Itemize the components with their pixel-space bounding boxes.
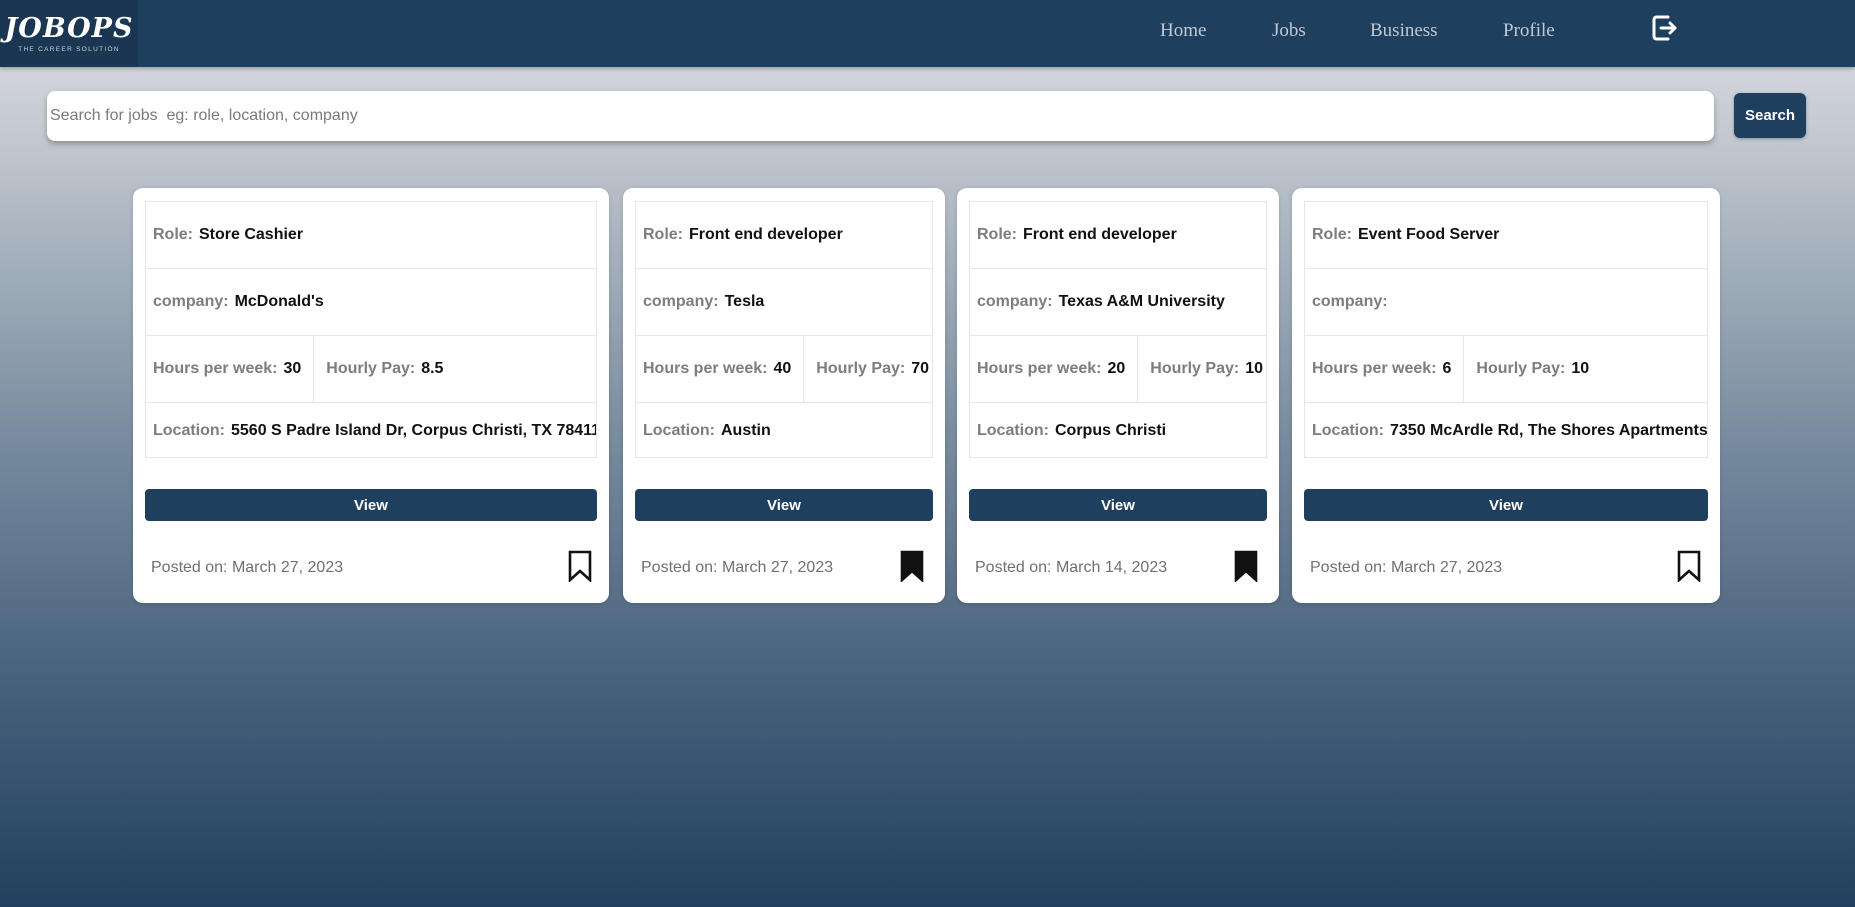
pay-label: Hourly Pay: bbox=[816, 360, 906, 377]
role-value: Front end developer bbox=[1023, 226, 1177, 243]
pay-cell: Hourly Pay: 10 bbox=[1138, 336, 1263, 402]
job-details: Role: Front end developer company: Tesla… bbox=[635, 201, 933, 458]
hours-value: 6 bbox=[1442, 360, 1452, 377]
company-row: company: bbox=[1305, 269, 1707, 336]
location-label: Location: bbox=[977, 422, 1049, 439]
job-card-1: Role: Store Cashier company: McDonald's … bbox=[133, 188, 609, 603]
pay-label: Hourly Pay: bbox=[326, 360, 416, 377]
hours-label: Hours per week: bbox=[977, 360, 1102, 377]
logout-icon[interactable] bbox=[1652, 14, 1678, 42]
job-details: Role: Event Food Server company: Hours p… bbox=[1304, 201, 1708, 458]
company-row: company: McDonald's bbox=[146, 269, 596, 336]
pay-label: Hourly Pay: bbox=[1150, 360, 1240, 377]
hours-pay-row: Hours per week: 40 Hourly Pay: 70 bbox=[636, 336, 932, 403]
location-label: Location: bbox=[153, 422, 225, 439]
job-card-3: Role: Front end developer company: Texas… bbox=[957, 188, 1279, 603]
bookmark-filled-icon[interactable] bbox=[1234, 550, 1258, 582]
company-label: company: bbox=[643, 293, 719, 310]
view-button[interactable]: View bbox=[145, 489, 597, 521]
hours-pay-row: Hours per week: 20 Hourly Pay: 10 bbox=[970, 336, 1266, 403]
bookmark-filled-icon[interactable] bbox=[900, 550, 924, 582]
logo-tagline: THE CAREER SOLUTION bbox=[18, 45, 120, 53]
nav-profile[interactable]: Profile bbox=[1503, 20, 1555, 42]
search-input[interactable] bbox=[47, 91, 1714, 141]
view-button[interactable]: View bbox=[635, 489, 933, 521]
hours-cell: Hours per week: 30 bbox=[146, 336, 315, 402]
view-button[interactable]: View bbox=[1304, 489, 1708, 521]
role-label: Role: bbox=[1312, 226, 1352, 243]
posted-date: Posted on: March 27, 2023 bbox=[1310, 559, 1503, 576]
company-row: company: Tesla bbox=[636, 269, 932, 336]
hours-cell: Hours per week: 40 bbox=[636, 336, 805, 402]
location-row: Location: Corpus Christi bbox=[970, 403, 1266, 459]
bookmark-outline-icon[interactable] bbox=[568, 550, 592, 582]
pay-value: 10 bbox=[1571, 360, 1590, 377]
location-row: Location: Austin bbox=[636, 403, 932, 459]
hours-pay-row: Hours per week: 30 Hourly Pay: 8.5 bbox=[146, 336, 596, 403]
hours-value: 40 bbox=[773, 360, 792, 377]
hours-cell: Hours per week: 6 bbox=[1305, 336, 1465, 402]
location-row: Location: 5560 S Padre Island Dr, Corpus… bbox=[146, 403, 596, 459]
company-label: company: bbox=[1312, 293, 1388, 310]
role-row: Role: Front end developer bbox=[970, 202, 1266, 269]
pay-cell: Hourly Pay: 70 bbox=[804, 336, 929, 402]
hours-label: Hours per week: bbox=[1312, 360, 1437, 377]
role-row: Role: Front end developer bbox=[636, 202, 932, 269]
job-card-4: Role: Event Food Server company: Hours p… bbox=[1292, 188, 1720, 603]
location-value: 5560 S Padre Island Dr, Corpus Christi, … bbox=[231, 422, 596, 439]
pay-value: 70 bbox=[911, 360, 929, 377]
company-label: company: bbox=[977, 293, 1053, 310]
hours-value: 30 bbox=[283, 360, 302, 377]
nav-business[interactable]: Business bbox=[1370, 20, 1438, 42]
role-label: Role: bbox=[153, 226, 193, 243]
posted-date: Posted on: March 27, 2023 bbox=[151, 559, 344, 576]
pay-cell: Hourly Pay: 8.5 bbox=[314, 336, 443, 402]
location-label: Location: bbox=[1312, 422, 1384, 439]
navbar: JOBOPS THE CAREER SOLUTION Home Jobs Bus… bbox=[0, 0, 1855, 67]
search-bar bbox=[47, 91, 1714, 141]
posted-date: Posted on: March 27, 2023 bbox=[641, 559, 834, 576]
pay-value: 8.5 bbox=[421, 360, 444, 377]
job-details: Role: Front end developer company: Texas… bbox=[969, 201, 1267, 458]
company-value: Texas A&M University bbox=[1058, 293, 1225, 310]
role-value: Event Food Server bbox=[1358, 226, 1500, 243]
role-value: Store Cashier bbox=[199, 226, 304, 243]
hours-label: Hours per week: bbox=[153, 360, 278, 377]
hours-pay-row: Hours per week: 6 Hourly Pay: 10 bbox=[1305, 336, 1707, 403]
company-value: McDonald's bbox=[234, 293, 324, 310]
nav-jobs[interactable]: Jobs bbox=[1272, 20, 1306, 42]
role-value: Front end developer bbox=[689, 226, 843, 243]
hours-value: 20 bbox=[1107, 360, 1126, 377]
role-label: Role: bbox=[977, 226, 1017, 243]
hours-label: Hours per week: bbox=[643, 360, 768, 377]
pay-label: Hourly Pay: bbox=[1476, 360, 1566, 377]
bookmark-outline-icon[interactable] bbox=[1677, 550, 1701, 582]
pay-cell: Hourly Pay: 10 bbox=[1464, 336, 1589, 402]
nav-home[interactable]: Home bbox=[1160, 20, 1206, 42]
company-value: Tesla bbox=[724, 293, 765, 310]
location-row: Location: 7350 McArdle Rd, The Shores Ap… bbox=[1305, 403, 1707, 459]
location-value: Austin bbox=[721, 422, 771, 439]
location-value: 7350 McArdle Rd, The Shores Apartments bbox=[1390, 422, 1707, 439]
job-card-2: Role: Front end developer company: Tesla… bbox=[623, 188, 945, 603]
logo[interactable]: JOBOPS THE CAREER SOLUTION bbox=[0, 0, 138, 67]
location-label: Location: bbox=[643, 422, 715, 439]
view-button[interactable]: View bbox=[969, 489, 1267, 521]
search-button[interactable]: Search bbox=[1734, 93, 1806, 138]
company-row: company: Texas A&M University bbox=[970, 269, 1266, 336]
posted-date: Posted on: March 14, 2023 bbox=[975, 559, 1168, 576]
pay-value: 10 bbox=[1245, 360, 1263, 377]
company-label: company: bbox=[153, 293, 229, 310]
role-row: Role: Event Food Server bbox=[1305, 202, 1707, 269]
role-row: Role: Store Cashier bbox=[146, 202, 596, 269]
logo-text: JOBOPS bbox=[4, 12, 134, 44]
role-label: Role: bbox=[643, 226, 683, 243]
location-value: Corpus Christi bbox=[1055, 422, 1167, 439]
hours-cell: Hours per week: 20 bbox=[970, 336, 1139, 402]
job-details: Role: Store Cashier company: McDonald's … bbox=[145, 201, 597, 458]
